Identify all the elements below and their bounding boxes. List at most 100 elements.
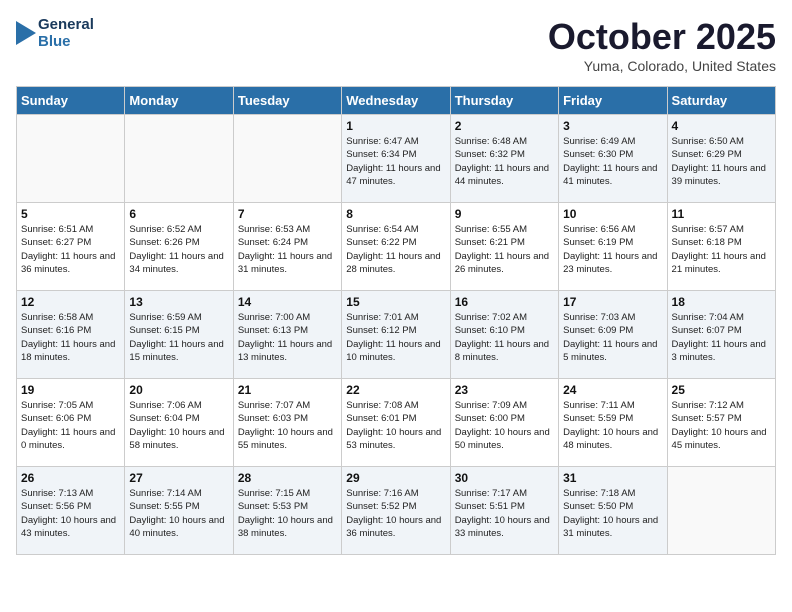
day-info: Sunrise: 6:49 AM Sunset: 6:30 PM Dayligh…: [563, 135, 662, 188]
day-cell: 6 Sunrise: 6:52 AM Sunset: 6:26 PM Daylig…: [125, 203, 233, 291]
header-monday: Monday: [125, 87, 233, 115]
day-info: Sunrise: 6:52 AM Sunset: 6:26 PM Dayligh…: [129, 223, 228, 276]
day-number: 12: [21, 295, 120, 309]
day-cell: 7Sunrise: 6:53 AM Sunset: 6:24 PM Daylig…: [233, 203, 341, 291]
day-number: 27: [129, 471, 228, 485]
day-info: Sunrise: 6:56 AM Sunset: 6:19 PM Dayligh…: [563, 223, 662, 276]
day-cell: 16Sunrise: 7:02 AM Sunset: 6:10 PM Dayli…: [450, 291, 558, 379]
day-number: 9: [455, 207, 554, 221]
day-info: Sunrise: 6:59 AM Sunset: 6:15 PM Dayligh…: [129, 311, 228, 364]
calendar-table: SundayMondayTuesdayWednesdayThursdayFrid…: [16, 86, 776, 555]
day-info: Sunrise: 6:54 AM Sunset: 6:22 PM Dayligh…: [346, 223, 445, 276]
logo-blue-text: Blue: [38, 33, 94, 50]
logo-graphic: [16, 21, 36, 45]
calendar-header-row: SundayMondayTuesdayWednesdayThursdayFrid…: [17, 87, 776, 115]
day-info: Sunrise: 7:03 AM Sunset: 6:09 PM Dayligh…: [563, 311, 662, 364]
day-cell: 30Sunrise: 7:17 AM Sunset: 5:51 PM Dayli…: [450, 467, 558, 555]
header-tuesday: Tuesday: [233, 87, 341, 115]
header-saturday: Saturday: [667, 87, 775, 115]
day-cell: 17 Sunrise: 7:03 AM Sunset: 6:09 PM Dayli…: [559, 291, 667, 379]
day-info: Sunrise: 7:18 AM Sunset: 5:50 PM Dayligh…: [563, 487, 662, 540]
day-info: Sunrise: 7:04 AM Sunset: 6:07 PM Dayligh…: [672, 311, 771, 364]
day-number: 14: [238, 295, 337, 309]
day-cell: 19 Sunrise: 7:05 AM Sunset: 6:06 PM Dayli…: [17, 379, 125, 467]
day-cell: 25 Sunrise: 7:12 AM Sunset: 5:57 PM Dayli…: [667, 379, 775, 467]
logo-general-text: General: [38, 16, 94, 33]
week-row-2: 5 Sunrise: 6:51 AM Sunset: 6:27 PM Daylig…: [17, 203, 776, 291]
day-info: Sunrise: 7:14 AM Sunset: 5:55 PM Dayligh…: [129, 487, 228, 540]
day-info: Sunrise: 6:51 AM Sunset: 6:27 PM Dayligh…: [21, 223, 120, 276]
day-number: 31: [563, 471, 662, 485]
day-number: 10: [563, 207, 662, 221]
day-number: 19: [21, 383, 120, 397]
day-cell: 20 Sunrise: 7:06 AM Sunset: 6:04 PM Dayli…: [125, 379, 233, 467]
page-header: General Blue October 2025 Yuma, Colorado…: [16, 16, 776, 74]
header-sunday: Sunday: [17, 87, 125, 115]
week-row-1: 1 Sunrise: 6:47 AM Sunset: 6:34 PM Daylig…: [17, 115, 776, 203]
day-number: 25: [672, 383, 771, 397]
day-cell: 26 Sunrise: 7:13 AM Sunset: 5:56 PM Dayli…: [17, 467, 125, 555]
logo-arrow-icon: [16, 21, 36, 45]
logo-text-block: General Blue: [38, 16, 94, 51]
day-cell: 28 Sunrise: 7:15 AM Sunset: 5:53 PM Dayli…: [233, 467, 341, 555]
title-block: October 2025 Yuma, Colorado, United Stat…: [548, 16, 776, 74]
day-number: 1: [346, 119, 445, 133]
day-info: Sunrise: 7:05 AM Sunset: 6:06 PM Dayligh…: [21, 399, 120, 452]
day-cell: 29Sunrise: 7:16 AM Sunset: 5:52 PM Dayli…: [342, 467, 450, 555]
day-number: 4: [672, 119, 771, 133]
week-row-3: 12 Sunrise: 6:58 AM Sunset: 6:16 PM Dayli…: [17, 291, 776, 379]
calendar-title: October 2025: [548, 16, 776, 58]
day-cell: [233, 115, 341, 203]
day-info: Sunrise: 6:57 AM Sunset: 6:18 PM Dayligh…: [672, 223, 771, 276]
day-info: Sunrise: 6:58 AM Sunset: 6:16 PM Dayligh…: [21, 311, 120, 364]
day-info: Sunrise: 7:02 AM Sunset: 6:10 PM Dayligh…: [455, 311, 554, 364]
day-cell: 9 Sunrise: 6:55 AM Sunset: 6:21 PM Daylig…: [450, 203, 558, 291]
day-cell: 15Sunrise: 7:01 AM Sunset: 6:12 PM Dayli…: [342, 291, 450, 379]
day-number: 20: [129, 383, 228, 397]
day-number: 22: [346, 383, 445, 397]
day-number: 23: [455, 383, 554, 397]
day-number: 6: [129, 207, 228, 221]
day-number: 28: [238, 471, 337, 485]
day-cell: [125, 115, 233, 203]
calendar-subtitle: Yuma, Colorado, United States: [548, 58, 776, 74]
header-thursday: Thursday: [450, 87, 558, 115]
day-cell: 12 Sunrise: 6:58 AM Sunset: 6:16 PM Dayli…: [17, 291, 125, 379]
day-info: Sunrise: 7:07 AM Sunset: 6:03 PM Dayligh…: [238, 399, 337, 452]
header-wednesday: Wednesday: [342, 87, 450, 115]
day-number: 2: [455, 119, 554, 133]
day-info: Sunrise: 7:15 AM Sunset: 5:53 PM Dayligh…: [238, 487, 337, 540]
logo: General Blue: [16, 16, 94, 51]
day-number: 5: [21, 207, 120, 221]
day-cell: 3 Sunrise: 6:49 AM Sunset: 6:30 PM Daylig…: [559, 115, 667, 203]
day-cell: 10 Sunrise: 6:56 AM Sunset: 6:19 PM Dayli…: [559, 203, 667, 291]
day-info: Sunrise: 7:09 AM Sunset: 6:00 PM Dayligh…: [455, 399, 554, 452]
day-cell: 2Sunrise: 6:48 AM Sunset: 6:32 PM Daylig…: [450, 115, 558, 203]
day-info: Sunrise: 7:06 AM Sunset: 6:04 PM Dayligh…: [129, 399, 228, 452]
day-cell: 5 Sunrise: 6:51 AM Sunset: 6:27 PM Daylig…: [17, 203, 125, 291]
day-info: Sunrise: 6:47 AM Sunset: 6:34 PM Dayligh…: [346, 135, 445, 188]
day-info: Sunrise: 6:50 AM Sunset: 6:29 PM Dayligh…: [672, 135, 771, 188]
week-row-4: 19 Sunrise: 7:05 AM Sunset: 6:06 PM Dayli…: [17, 379, 776, 467]
day-cell: 23 Sunrise: 7:09 AM Sunset: 6:00 PM Dayli…: [450, 379, 558, 467]
day-cell: 22Sunrise: 7:08 AM Sunset: 6:01 PM Dayli…: [342, 379, 450, 467]
day-cell: [667, 467, 775, 555]
week-row-5: 26 Sunrise: 7:13 AM Sunset: 5:56 PM Dayli…: [17, 467, 776, 555]
day-info: Sunrise: 7:17 AM Sunset: 5:51 PM Dayligh…: [455, 487, 554, 540]
day-info: Sunrise: 6:55 AM Sunset: 6:21 PM Dayligh…: [455, 223, 554, 276]
day-number: 26: [21, 471, 120, 485]
day-cell: 1 Sunrise: 6:47 AM Sunset: 6:34 PM Daylig…: [342, 115, 450, 203]
day-info: Sunrise: 7:13 AM Sunset: 5:56 PM Dayligh…: [21, 487, 120, 540]
header-friday: Friday: [559, 87, 667, 115]
day-cell: 11 Sunrise: 6:57 AM Sunset: 6:18 PM Dayli…: [667, 203, 775, 291]
day-cell: 4 Sunrise: 6:50 AM Sunset: 6:29 PM Daylig…: [667, 115, 775, 203]
day-info: Sunrise: 7:12 AM Sunset: 5:57 PM Dayligh…: [672, 399, 771, 452]
day-cell: [17, 115, 125, 203]
day-cell: 24Sunrise: 7:11 AM Sunset: 5:59 PM Dayli…: [559, 379, 667, 467]
day-number: 17: [563, 295, 662, 309]
day-cell: 27 Sunrise: 7:14 AM Sunset: 5:55 PM Dayli…: [125, 467, 233, 555]
day-number: 11: [672, 207, 771, 221]
day-number: 13: [129, 295, 228, 309]
day-number: 3: [563, 119, 662, 133]
day-number: 29: [346, 471, 445, 485]
